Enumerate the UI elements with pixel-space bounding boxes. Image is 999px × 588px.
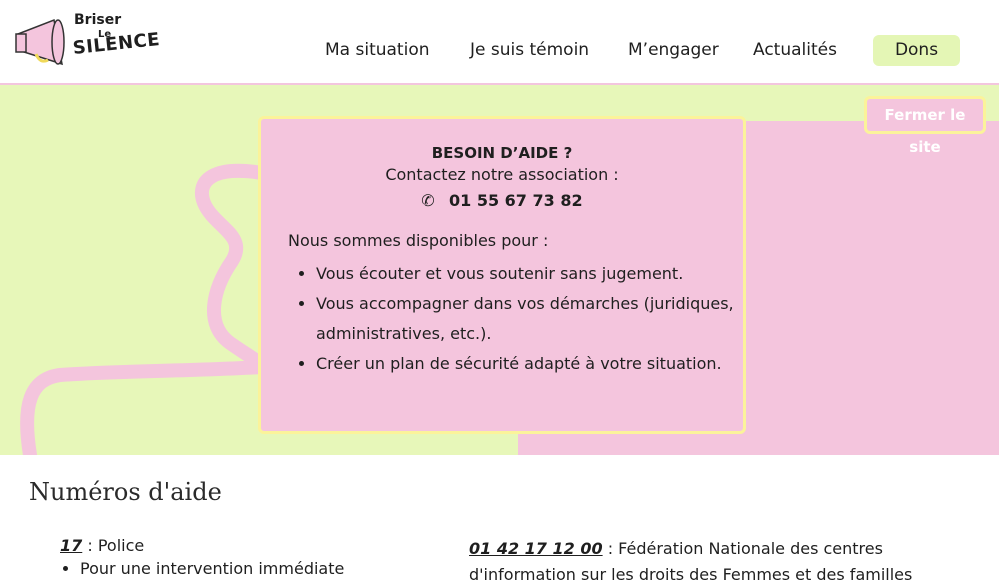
help-numbers-heading: Numéros d'aide xyxy=(29,478,222,506)
help-card-title: BESOIN D’AIDE ? xyxy=(431,144,573,162)
police-number-label: : Police xyxy=(82,536,145,555)
site-header: Briser Le SILENCE Ma situation Je suis t… xyxy=(0,0,999,85)
nav-item-ma-situation[interactable]: Ma situation xyxy=(325,40,430,60)
megaphone-icon xyxy=(15,18,65,66)
help-card-intro: Nous sommes disponibles pour : xyxy=(288,231,549,250)
help-number-fncidff: 01 42 17 12 00 : Fédération Nationale de… xyxy=(469,536,969,588)
list-item: Créer un plan de sécurité adapté à votre… xyxy=(316,349,746,379)
help-card-subtitle: Contactez notre association : xyxy=(385,165,619,184)
help-card: BESOIN D’AIDE ? Contactez notre associat… xyxy=(258,116,746,434)
fncidff-number-link[interactable]: 01 42 17 12 00 xyxy=(469,539,603,558)
logo-text-line1: Briser xyxy=(74,12,122,28)
phone-icon: ✆ xyxy=(421,191,435,210)
list-item: Vous écouter et vous soutenir sans jugem… xyxy=(316,259,746,289)
logo-text-line3: SILENCE xyxy=(71,28,162,59)
phone-number: 01 55 67 73 82 xyxy=(449,191,583,210)
list-item: Pour une intervention immédiate xyxy=(80,559,344,578)
help-card-phone[interactable]: ✆ 01 55 67 73 82 xyxy=(419,191,583,210)
nav-item-je-suis-temoin[interactable]: Je suis témoin xyxy=(470,40,589,60)
close-site-button[interactable]: Fermer le site xyxy=(864,96,986,156)
list-item: Vous accompagner dans vos démarches (jur… xyxy=(316,289,746,349)
nav-item-actualites[interactable]: Actualités xyxy=(753,40,837,60)
nav-item-m-engager[interactable]: M’engager xyxy=(628,40,719,60)
police-bullets: Pour une intervention immédiate xyxy=(60,559,344,578)
help-card-list: Vous écouter et vous soutenir sans jugem… xyxy=(288,259,746,379)
donate-button[interactable]: Dons xyxy=(873,35,960,66)
help-number-police: 17 : Police Pour une intervention immédi… xyxy=(60,536,344,578)
police-number-link[interactable]: 17 xyxy=(60,536,82,555)
logo[interactable]: Briser Le SILENCE xyxy=(14,12,174,66)
